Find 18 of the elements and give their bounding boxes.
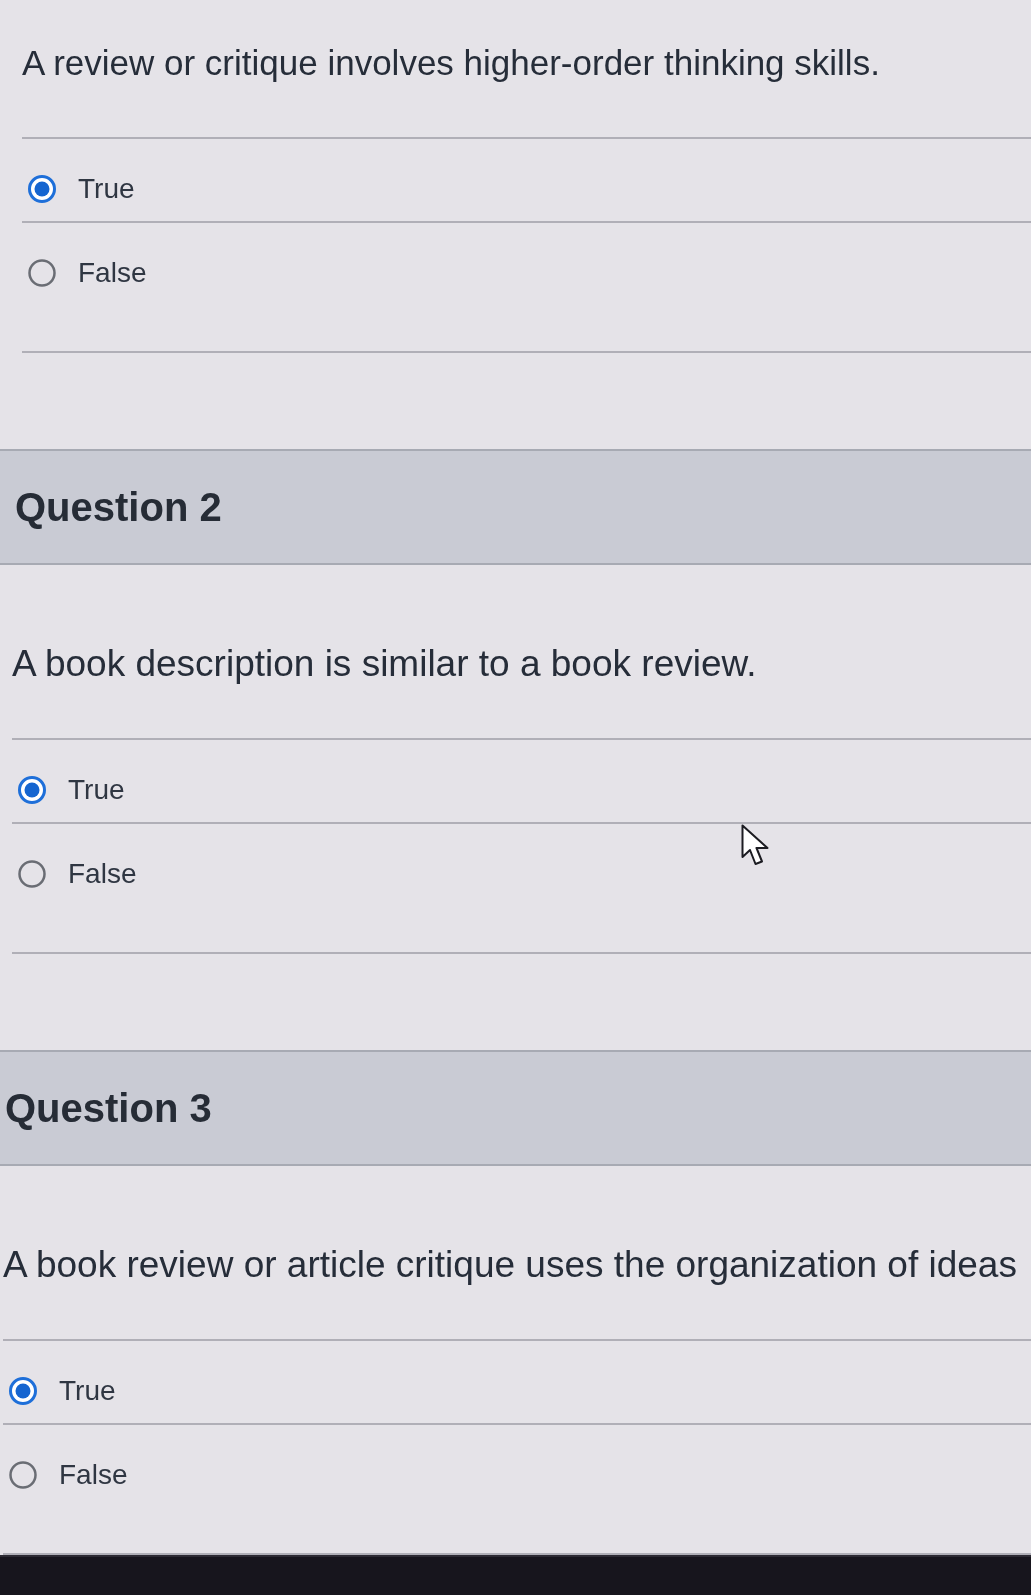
radio-button[interactable] <box>18 860 46 888</box>
radio-button[interactable] <box>28 175 56 203</box>
answer-label[interactable]: True <box>68 770 125 810</box>
radio-button[interactable] <box>18 776 46 804</box>
answer-label[interactable]: False <box>59 1455 128 1495</box>
question-title: Question 2 <box>15 484 222 531</box>
question-title: Question 3 <box>5 1085 212 1132</box>
radio-button[interactable] <box>9 1461 37 1489</box>
answer-label[interactable]: False <box>78 253 147 293</box>
answer-label[interactable]: True <box>59 1371 116 1411</box>
answer-label[interactable]: False <box>68 854 137 894</box>
radio-button[interactable] <box>9 1377 37 1405</box>
question-text: A book review or article critique uses the organization of ideas <box>3 1243 1018 1287</box>
question-text: A book description is similar to a book review. <box>12 642 758 686</box>
answer-label[interactable]: True <box>78 169 135 209</box>
radio-button[interactable] <box>28 259 56 287</box>
question-text: A review or critique involves higher-order thinking skills. <box>22 42 881 84</box>
mouse-pointer-icon <box>741 824 769 866</box>
